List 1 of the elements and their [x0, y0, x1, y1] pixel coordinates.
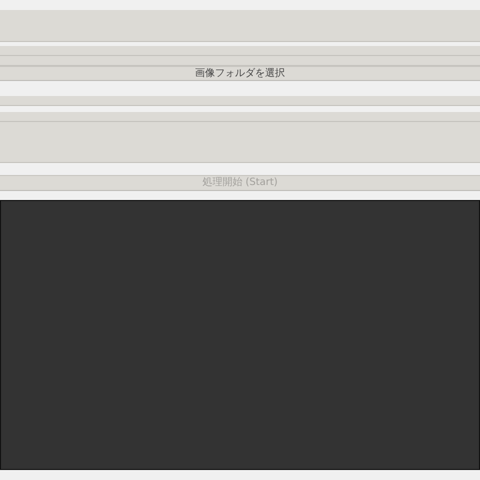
select-folder-button[interactable]: 画像フォルダを選択	[0, 66, 480, 81]
